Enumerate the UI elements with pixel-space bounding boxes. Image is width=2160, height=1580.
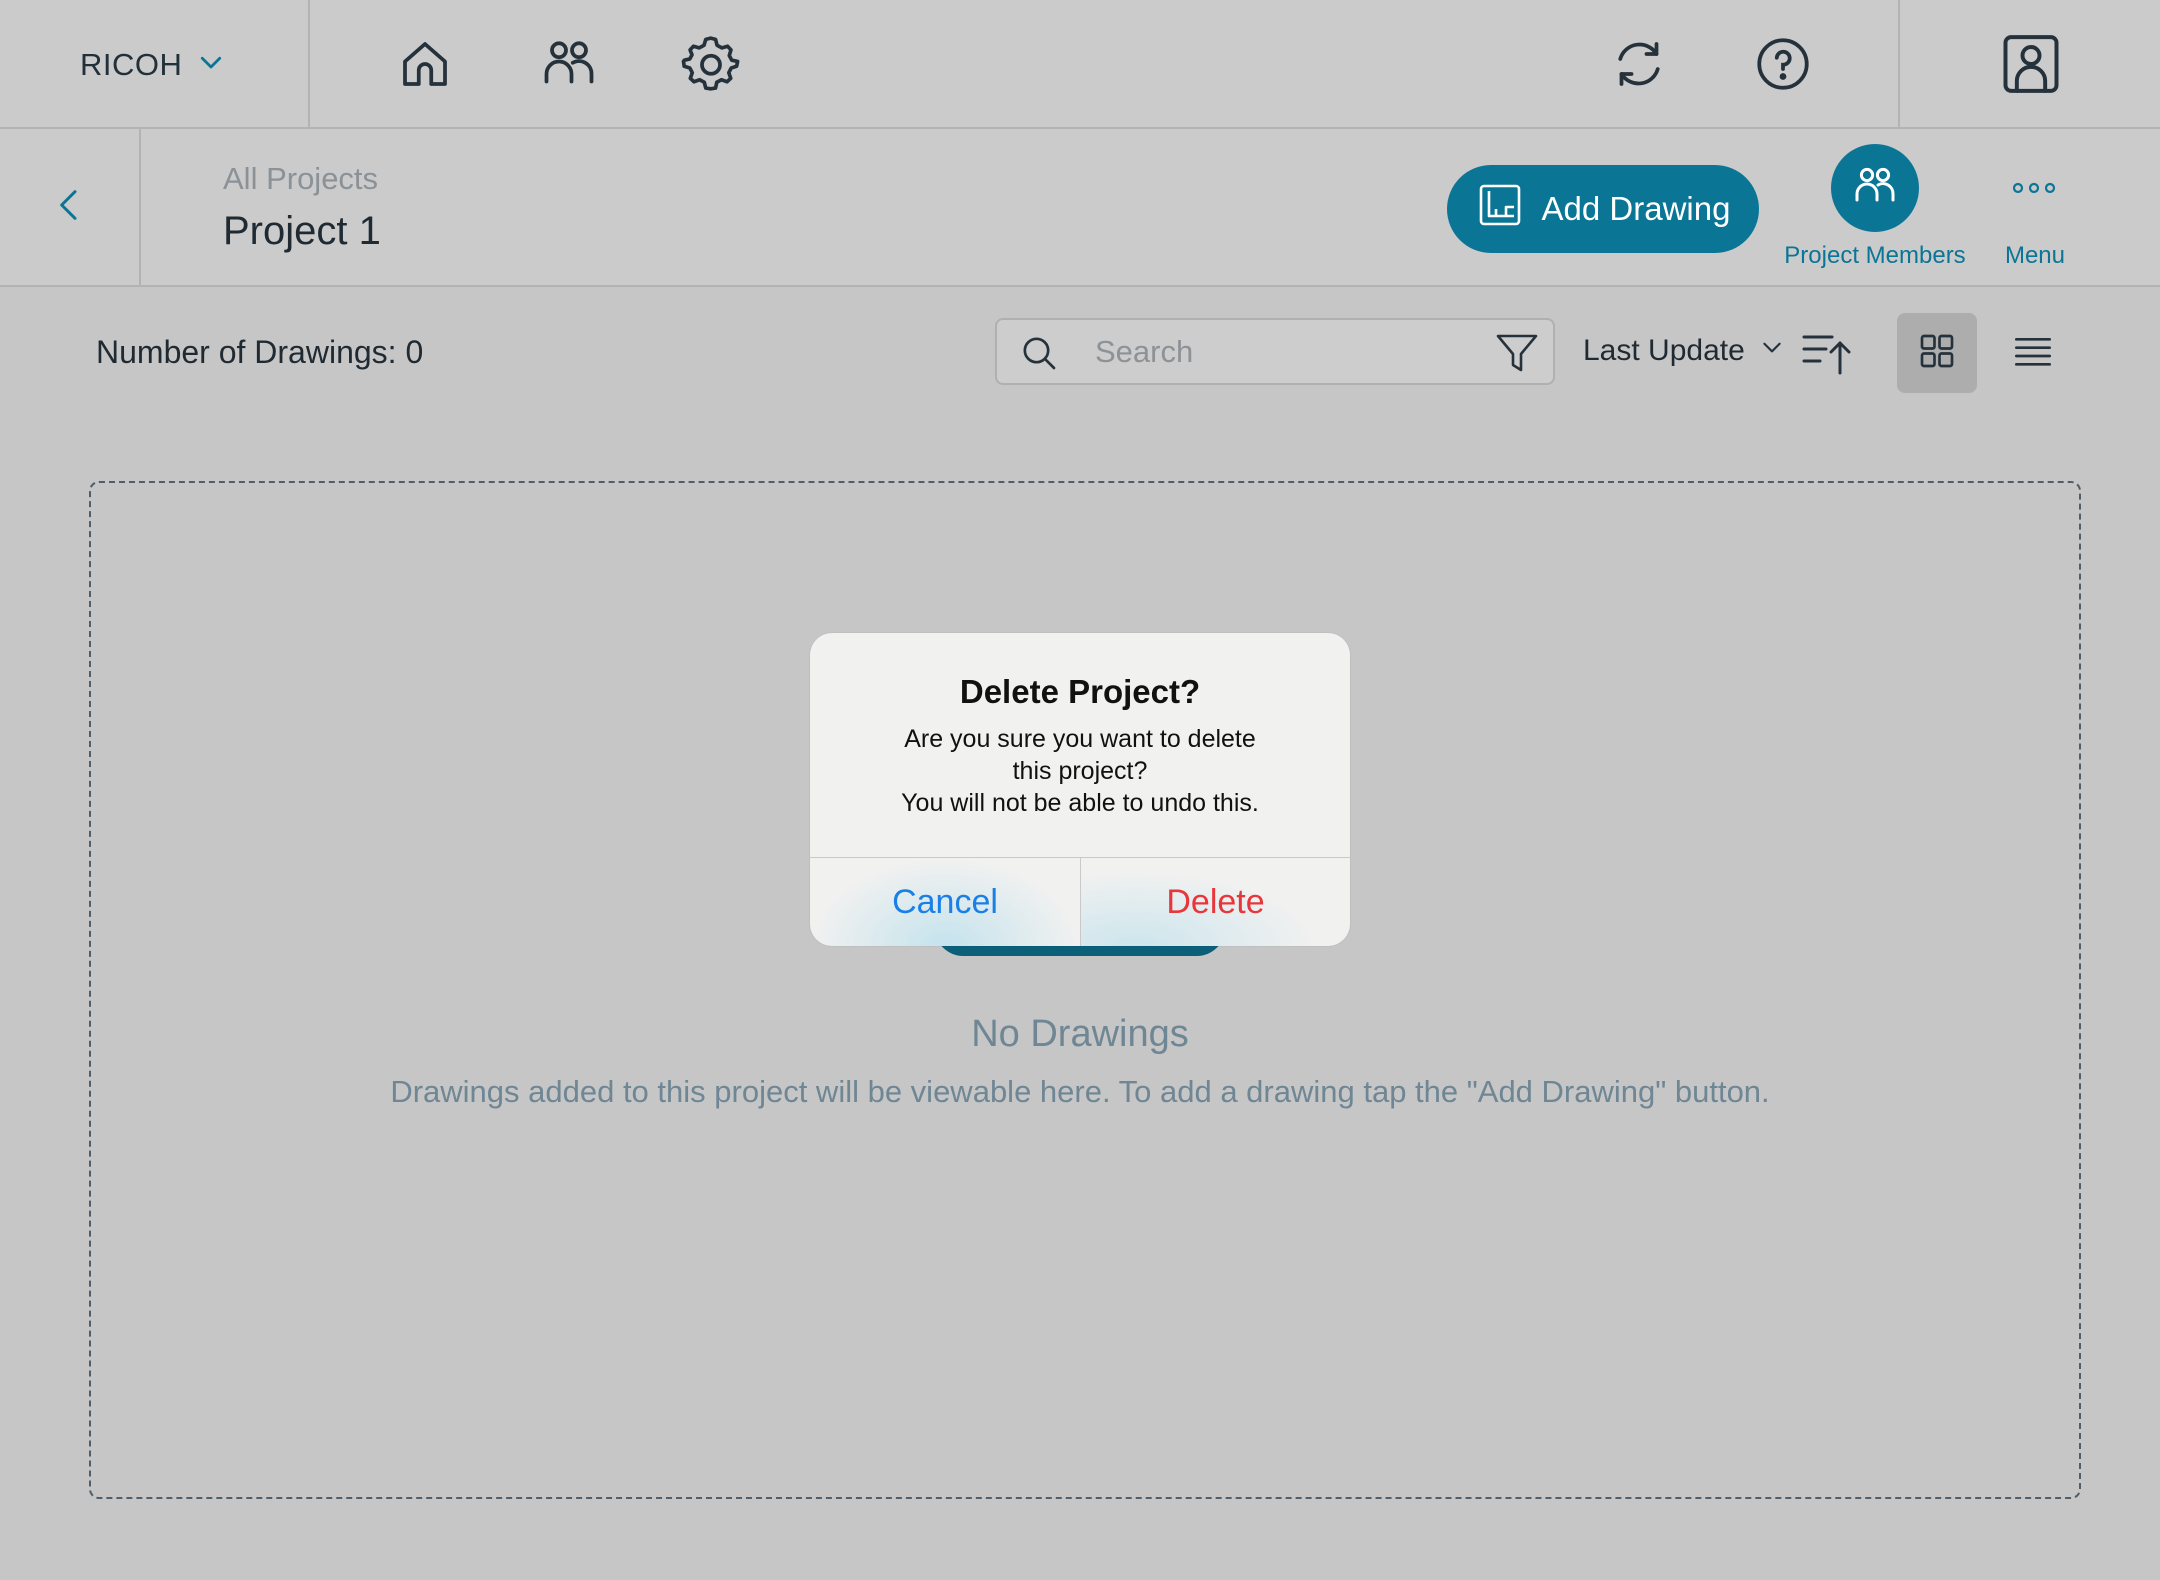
add-drawing-label: Add Drawing: [1541, 190, 1731, 227]
more-icon[interactable]: [2005, 159, 2063, 217]
list-icon: [2013, 331, 2053, 376]
delete-project-dialog: Delete Project? Are you sure you want to…: [810, 633, 1350, 946]
delete-button[interactable]: Delete: [1080, 858, 1350, 946]
organization-selector[interactable]: RICOH: [0, 0, 310, 129]
chevron-down-icon: [196, 47, 226, 82]
grid-icon: [1917, 331, 1957, 376]
menu-label[interactable]: Menu: [1985, 242, 2085, 270]
search-icon: [1019, 333, 1059, 378]
organization-name: RICOH: [80, 46, 183, 82]
cancel-button[interactable]: Cancel: [810, 858, 1080, 946]
dialog-message-line: this project?: [1012, 757, 1148, 785]
drawing-icon: [1476, 181, 1524, 237]
sort-direction-icon[interactable]: [1800, 327, 1852, 379]
gear-icon[interactable]: [675, 28, 747, 100]
dialog-message: Are you sure you want to delete this pro…: [850, 723, 1310, 819]
list-view-button[interactable]: [1998, 318, 2068, 388]
chevron-left-icon: [50, 185, 90, 230]
sync-icon[interactable]: [1603, 28, 1675, 100]
empty-state-description: Drawings added to this project will be v…: [390, 1074, 1770, 1109]
empty-state-title: No Drawings: [971, 1013, 1189, 1055]
account-icon[interactable]: [1993, 26, 2069, 102]
topbar-divider: [1898, 0, 1900, 129]
grid-view-button[interactable]: [1897, 313, 1977, 393]
chevron-down-icon: [1759, 334, 1785, 368]
drawing-count: Number of Drawings: 0: [96, 334, 424, 370]
search-box[interactable]: [995, 318, 1555, 385]
dialog-message-line: You will not be able to undo this.: [901, 789, 1259, 817]
add-drawing-button[interactable]: Add Drawing: [1447, 165, 1759, 253]
users-icon: [1851, 162, 1899, 215]
back-button[interactable]: [0, 129, 141, 285]
sort-dropdown[interactable]: Last Update: [1583, 334, 1785, 368]
breadcrumb[interactable]: All Projects: [223, 161, 378, 197]
search-input[interactable]: [1095, 328, 1475, 376]
project-header: All Projects Project 1 Add Drawing Proje…: [0, 129, 2160, 287]
dialog-title: Delete Project?: [959, 673, 1201, 710]
project-members-label[interactable]: Project Members: [1775, 242, 1975, 270]
users-icon[interactable]: [533, 28, 605, 100]
sort-label: Last Update: [1583, 334, 1745, 367]
project-members-button[interactable]: [1831, 144, 1919, 232]
help-icon[interactable]: [1747, 28, 1819, 100]
dialog-message-line: Are you sure you want to delete: [904, 725, 1256, 753]
page-title: Project 1: [223, 209, 381, 253]
home-icon[interactable]: [389, 28, 461, 100]
filter-icon[interactable]: [1493, 329, 1541, 382]
top-navigation-bar: RICOH: [0, 0, 2160, 129]
